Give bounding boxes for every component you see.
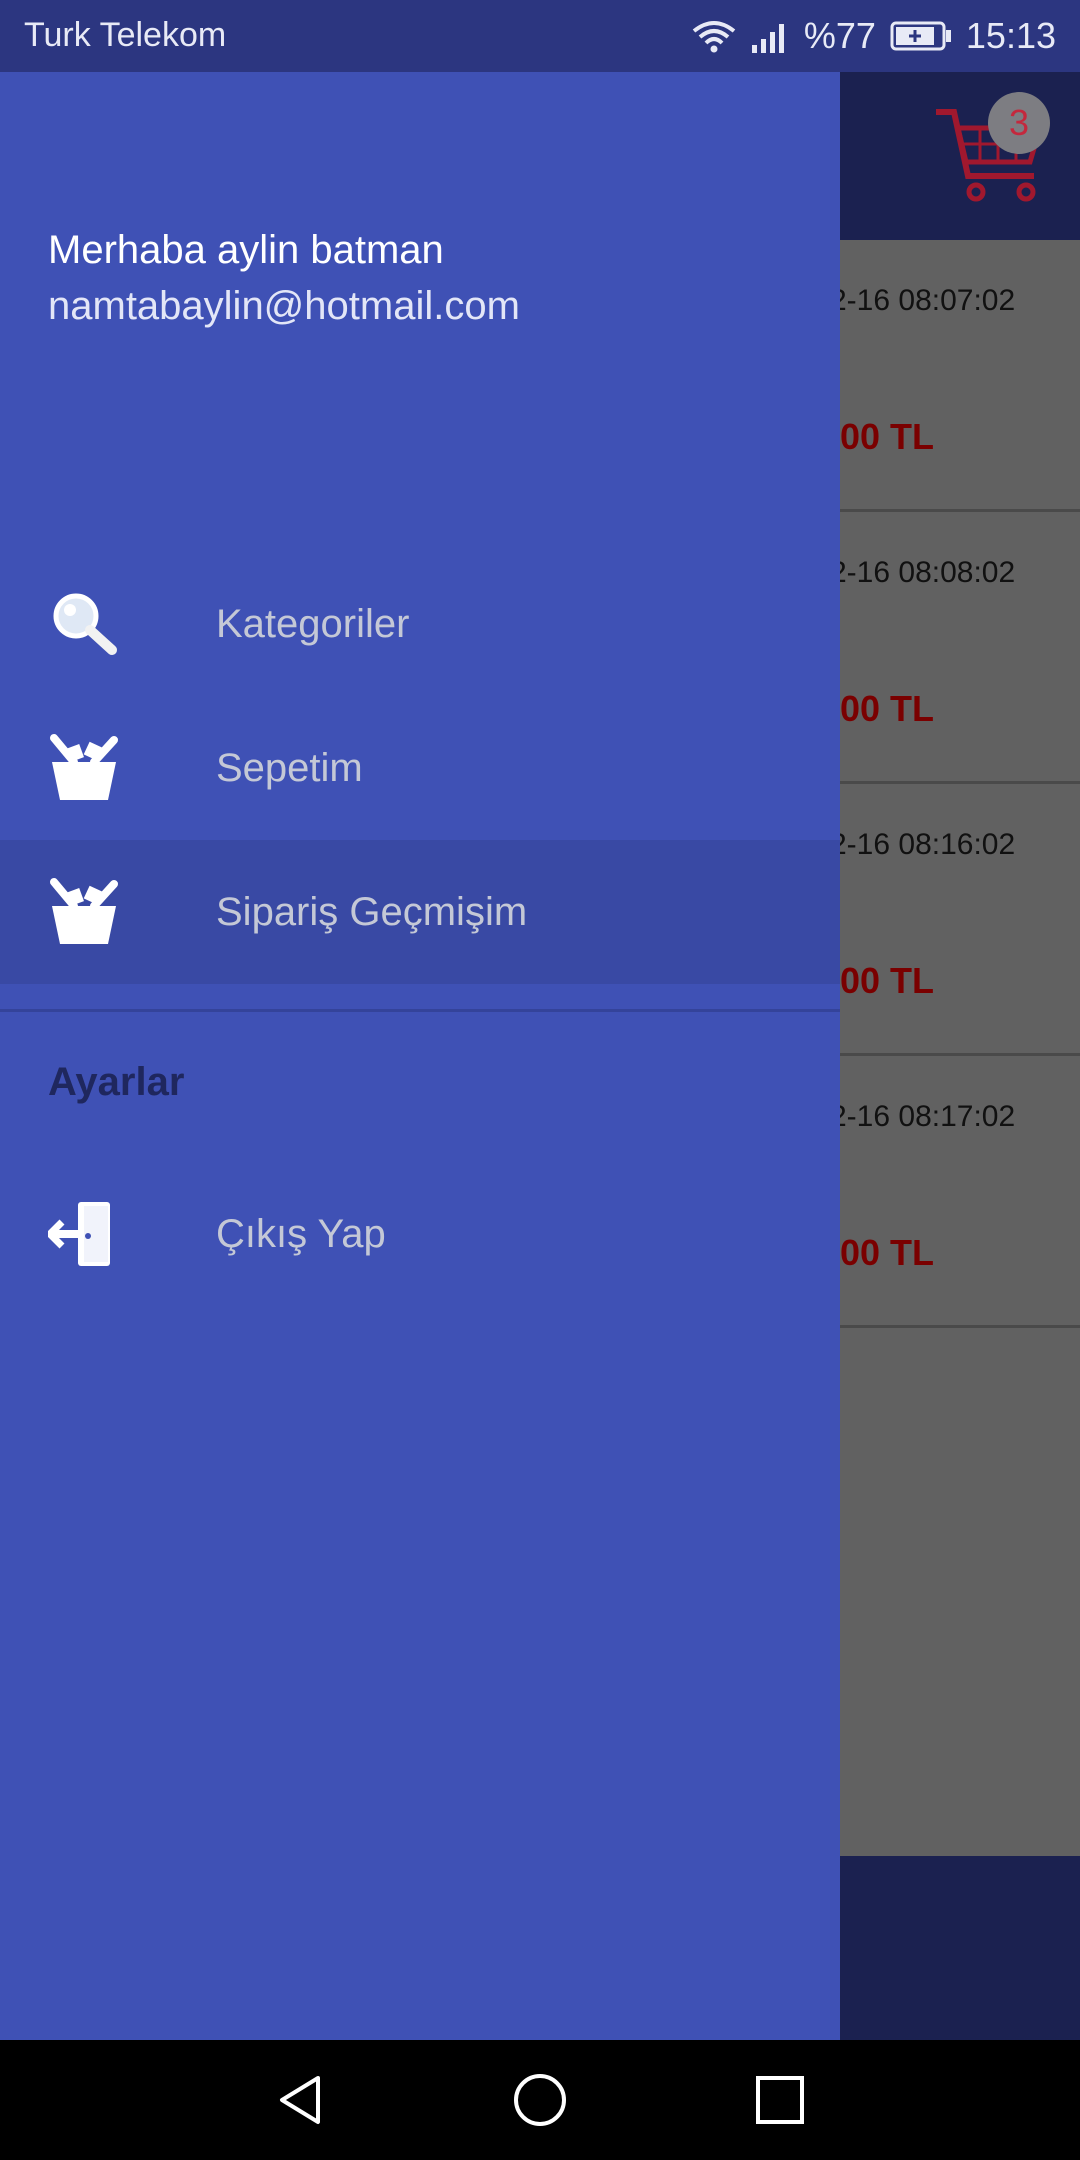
menu-item-label: Kategoriler (216, 601, 410, 646)
drawer-header: Merhaba aylin batman namtabaylin@hotmail… (48, 222, 520, 334)
status-bar: Turk Telekom %77 15:13 (0, 0, 1080, 72)
menu-item-label: Sipariş Geçmişim (216, 889, 528, 934)
order-date: 2-16 08:07:02 (830, 284, 1016, 317)
menu-item-sepetim[interactable]: Sepetim (0, 696, 840, 840)
menu-divider (0, 1009, 840, 1012)
order-price: .00 TL (830, 1232, 935, 1273)
clock: 15:13 (965, 15, 1056, 56)
menu-item-label: Sepetim (216, 745, 363, 790)
order-price: .00 TL (830, 960, 935, 1001)
magnifier-icon (48, 588, 120, 660)
navigation-drawer: Merhaba aylin batman namtabaylin@hotmail… (0, 72, 840, 2040)
menu-item-siparis-gecmisim[interactable]: Sipariş Geçmişim (0, 840, 840, 984)
section-title-ayarlar: Ayarlar (48, 1060, 185, 1104)
battery-icon (890, 21, 952, 51)
order-date: 2-16 08:08:02 (830, 556, 1016, 589)
battery-percent: %77 (803, 15, 876, 56)
signal-icon (750, 19, 790, 53)
order-price: .00 TL (830, 688, 935, 729)
order-date: 2-16 08:16:02 (830, 828, 1016, 861)
order-price: .00 TL (830, 416, 935, 457)
home-icon[interactable] (505, 2065, 575, 2135)
drawer-menu: Kategoriler Sepetim Sipariş Geçmişim (0, 552, 840, 984)
user-email: namtabaylin@hotmail.com (48, 284, 520, 328)
menu-item-kategoriler[interactable]: Kategoriler (0, 552, 840, 696)
basket-icon (48, 876, 120, 948)
logout-door-icon (46, 1198, 120, 1270)
basket-icon (48, 732, 120, 804)
order-date: 2-16 08:17:02 (830, 1100, 1016, 1133)
wifi-icon (692, 19, 736, 53)
user-greeting: Merhaba aylin batman (48, 228, 444, 272)
system-navigation-bar (0, 2040, 1080, 2160)
status-indicators: %77 15:13 (692, 14, 1056, 58)
recents-icon[interactable] (745, 2065, 815, 2135)
back-icon[interactable] (265, 2065, 335, 2135)
cart-count-badge: 3 (988, 92, 1050, 154)
menu-item-cikis-yap[interactable]: Çıkış Yap (0, 1162, 840, 1306)
carrier-name: Turk Telekom (24, 16, 227, 54)
menu-item-label: Çıkış Yap (216, 1211, 386, 1256)
